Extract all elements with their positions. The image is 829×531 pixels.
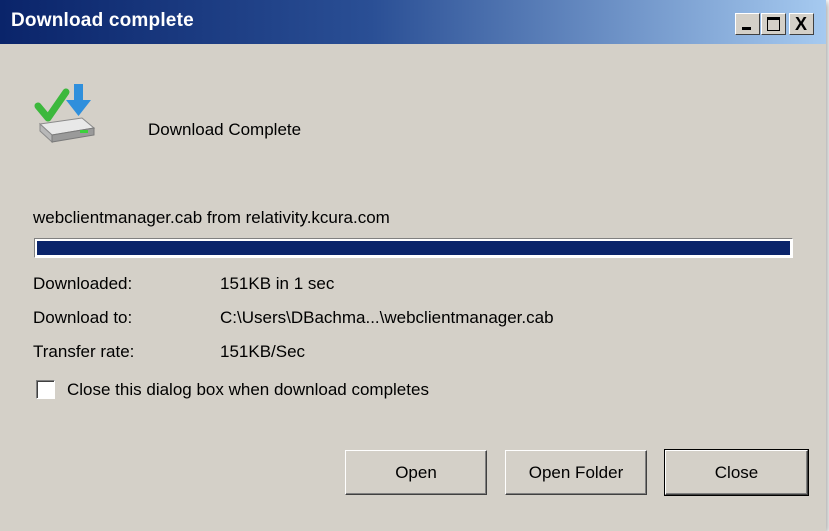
open-button[interactable]: Open: [345, 450, 487, 495]
download-to-label: Download to:: [33, 308, 133, 327]
close-icon: X: [795, 14, 808, 34]
minimize-icon: [742, 27, 751, 30]
progress-bar: [34, 238, 793, 258]
downloaded-value: 151KB in 1 sec: [220, 274, 335, 293]
transfer-rate-value: 151KB/Sec: [220, 342, 306, 361]
close-when-complete-label[interactable]: Close this dialog box when download comp…: [67, 380, 429, 400]
close-button[interactable]: Close: [664, 449, 809, 496]
title-bar[interactable]: Download complete X: [0, 0, 826, 44]
transfer-rate-label: Transfer rate:: [33, 342, 135, 361]
download-complete-icon: [34, 84, 96, 144]
minimize-button[interactable]: [735, 13, 760, 35]
download-complete-dialog: Download complete X Download Complete we…: [0, 0, 826, 531]
download-to-value: C:\Users\DBachma...\webclientmanager.cab: [220, 308, 554, 327]
open-folder-button[interactable]: Open Folder: [505, 450, 647, 495]
window-title: Download complete: [11, 10, 194, 31]
progress-bar-fill: [37, 241, 790, 255]
maximize-icon: [767, 17, 780, 31]
maximize-button[interactable]: [761, 13, 786, 35]
close-when-complete-checkbox[interactable]: [36, 380, 55, 399]
file-source-label: webclientmanager.cab from relativity.kcu…: [33, 208, 390, 227]
download-complete-heading: Download Complete: [148, 120, 302, 139]
downloaded-label: Downloaded:: [33, 274, 133, 293]
title-close-button[interactable]: X: [789, 13, 814, 35]
